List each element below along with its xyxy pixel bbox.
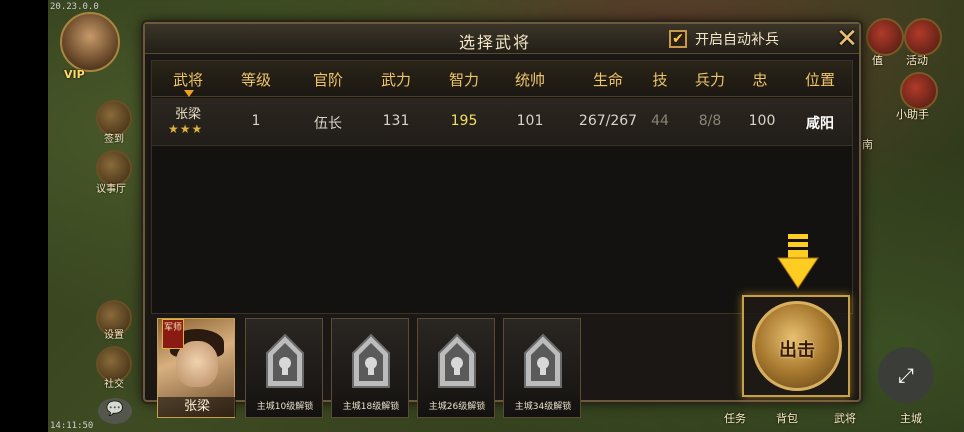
- col-skill[interactable]: 技: [648, 69, 672, 90]
- locked-slot-5[interactable]: 主城34级解锁: [503, 318, 581, 418]
- unlock-requirement: 主城34级解锁: [514, 402, 572, 412]
- close-icon[interactable]: ✕: [834, 26, 860, 53]
- table-header: 武将 等级 官阶 武力 智力 统帅 生命 技 兵力 忠 位置: [152, 61, 852, 97]
- player-avatar[interactable]: [60, 12, 120, 72]
- col-general[interactable]: 武将: [158, 69, 218, 90]
- unlock-requirement: 主城26级解锁: [428, 402, 486, 412]
- bottom-task-label[interactable]: 任务: [724, 410, 746, 426]
- general-hp: 267/267: [578, 113, 638, 129]
- col-level[interactable]: 等级: [232, 69, 280, 90]
- general-rank: 伍长: [314, 116, 342, 132]
- lock-icon: [438, 333, 476, 388]
- general-location: 咸阳: [806, 116, 834, 132]
- col-rank[interactable]: 官阶: [304, 69, 352, 90]
- status-time-bottom: 14:11:50: [50, 421, 94, 431]
- col-location[interactable]: 位置: [796, 69, 844, 90]
- bottom-city-label[interactable]: 主城: [900, 410, 922, 426]
- col-hp[interactable]: 生命: [576, 69, 640, 90]
- helper-label: 小助手: [896, 108, 929, 121]
- col-loyalty[interactable]: 忠: [748, 69, 772, 90]
- general-level: 1: [251, 113, 261, 129]
- general-skill: 44: [651, 113, 669, 129]
- helper-icon[interactable]: [900, 72, 938, 110]
- general-intellect: 195: [450, 113, 478, 129]
- general-name: 张梁: [174, 107, 201, 122]
- region-label: 南: [862, 138, 873, 151]
- chat-bubble-icon[interactable]: 💬: [98, 398, 132, 424]
- lock-icon: [524, 333, 562, 388]
- event-icon[interactable]: [904, 18, 942, 56]
- col-intellect[interactable]: 智力: [440, 69, 488, 90]
- bottom-generals-label[interactable]: 武将: [834, 410, 856, 426]
- general-slot-1[interactable]: 军师 张梁: [157, 318, 236, 418]
- star-rating: ★★★: [168, 122, 204, 136]
- value-label: 值: [872, 54, 883, 67]
- attack-label: 出击: [779, 340, 815, 361]
- locked-slot-3[interactable]: 主城18级解锁: [331, 318, 409, 418]
- bottom-bag-label[interactable]: 背包: [776, 410, 798, 426]
- dialog-title-bar: 选择武将 ✔ 开启自动补兵 ✕: [145, 24, 859, 54]
- lock-icon: [352, 333, 390, 388]
- general-command: 101: [516, 113, 544, 129]
- col-force[interactable]: 武力: [372, 69, 420, 90]
- sign-in-label: 签到: [104, 134, 124, 145]
- auto-replenish-label: 开启自动补兵: [695, 32, 779, 48]
- settings-label: 设置: [104, 330, 124, 341]
- slot-general-name: 张梁: [158, 397, 236, 417]
- strategist-badge: 军师: [162, 319, 184, 349]
- locked-slot-2[interactable]: 主城10级解锁: [245, 318, 323, 418]
- auto-replenish-checkbox[interactable]: ✔: [669, 30, 687, 48]
- vip-badge: VIP: [64, 68, 85, 81]
- generals-table: 武将 等级 官阶 武力 智力 统帅 生命 技 兵力 忠 位置 张梁 ★★★ 1 …: [151, 60, 853, 314]
- general-troops: 8/8: [698, 113, 722, 129]
- lock-icon: [266, 333, 304, 388]
- value-icon[interactable]: [866, 18, 904, 56]
- general-force: 131: [382, 113, 410, 129]
- unlock-requirement: 主城18级解锁: [342, 402, 400, 412]
- council-hall-label: 议事厅: [96, 184, 126, 195]
- general-loyalty: 100: [748, 113, 776, 129]
- unlock-requirement: 主城10级解锁: [256, 402, 314, 412]
- auto-replenish-toggle[interactable]: ✔ 开启自动补兵: [669, 29, 779, 49]
- sort-desc-icon: [184, 90, 194, 97]
- fullscreen-expand-icon[interactable]: ⤢: [878, 347, 934, 403]
- attack-button[interactable]: 出击: [752, 301, 842, 391]
- event-label: 活动: [906, 54, 928, 67]
- letterbox-left: [0, 0, 48, 432]
- status-time-top: 20.23.0.0: [50, 2, 99, 12]
- social-label: 社交: [104, 379, 124, 390]
- table-row[interactable]: 张梁 ★★★ 1 伍长 131 195 101 267/267 44 8/8 1…: [152, 98, 852, 146]
- arrow-down-icon: [777, 234, 819, 289]
- col-troops[interactable]: 兵力: [686, 69, 734, 90]
- col-command[interactable]: 统帅: [506, 69, 554, 90]
- locked-slot-4[interactable]: 主城26级解锁: [417, 318, 495, 418]
- attack-button-frame: 出击: [742, 295, 850, 397]
